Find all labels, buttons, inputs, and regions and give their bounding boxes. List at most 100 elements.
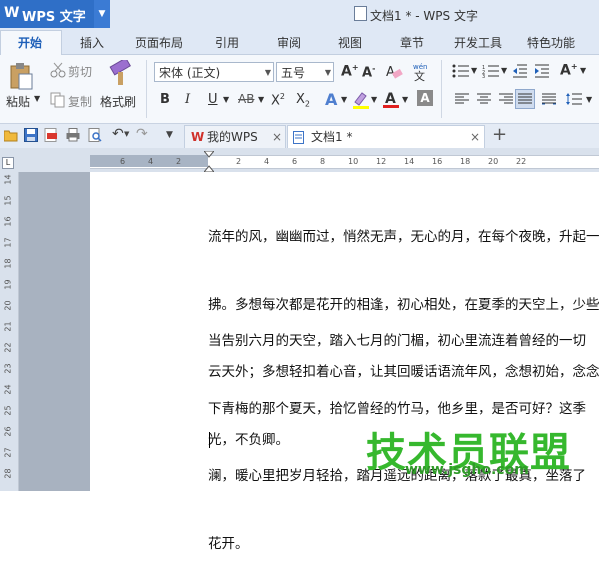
ruler-number: 17: [3, 237, 13, 248]
separator: [441, 60, 442, 118]
ruler-number: 23: [3, 363, 13, 374]
change-case-icon[interactable]: A+: [560, 62, 578, 79]
tab-page-layout[interactable]: 页面布局: [135, 34, 183, 51]
copy-icon[interactable]: [50, 92, 66, 108]
align-left-icon[interactable]: [455, 93, 469, 105]
phonetic-guide-icon[interactable]: wén 文: [411, 60, 435, 82]
font-color-icon[interactable]: A: [382, 89, 400, 109]
export-pdf-icon[interactable]: [44, 128, 58, 142]
open-folder-icon[interactable]: [4, 128, 18, 142]
ruler-number: 6: [292, 157, 298, 166]
ruler-number: 20: [488, 157, 499, 166]
shrink-font-icon[interactable]: A-: [362, 64, 375, 80]
ruler-number: 16: [432, 157, 443, 166]
tab-label: 文档1 *: [311, 130, 353, 144]
underline-icon[interactable]: U: [208, 92, 218, 107]
bold-icon[interactable]: B: [160, 92, 170, 107]
numbering-dropdown-icon[interactable]: ▼: [501, 66, 507, 75]
text-line: 流年的风，幽幽而过，悄然无声，无心的月，在每个夜晚，升起一: [208, 229, 599, 245]
paste-dropdown-icon[interactable]: ▼: [34, 94, 40, 103]
character-shading-icon[interactable]: A: [417, 90, 433, 106]
line-spacing-dropdown-icon[interactable]: ▼: [586, 95, 592, 104]
increase-indent-icon[interactable]: [534, 64, 550, 78]
numbered-list-icon[interactable]: 123: [482, 64, 500, 78]
tab-home[interactable]: 开始: [18, 34, 42, 51]
tab-my-wps[interactable]: W 我的WPS ×: [184, 125, 286, 150]
ruler-number: 18: [460, 157, 471, 166]
paste-icon[interactable]: [8, 62, 34, 90]
tab-stop-selector-icon[interactable]: L: [2, 157, 14, 169]
undo-dropdown-icon[interactable]: ▼: [124, 130, 129, 138]
undo-icon[interactable]: ↶: [112, 126, 124, 142]
wps-logo-icon: W: [4, 5, 20, 21]
tab-references[interactable]: 引用: [215, 34, 239, 51]
tab-review[interactable]: 审阅: [277, 34, 301, 51]
line-spacing-icon[interactable]: [565, 92, 583, 106]
bullet-dropdown-icon[interactable]: ▼: [471, 66, 477, 75]
text-effect-icon[interactable]: A: [325, 90, 337, 109]
subscript-icon[interactable]: X2: [296, 92, 310, 109]
ruler-number: 20: [3, 300, 13, 311]
ruler-number: 24: [3, 384, 13, 395]
first-line-indent-marker[interactable]: [204, 151, 214, 173]
save-icon[interactable]: [24, 128, 38, 142]
change-case-dropdown-icon[interactable]: ▼: [580, 66, 586, 75]
svg-text:文: 文: [414, 69, 425, 82]
ruler-number: 6: [120, 157, 126, 166]
highlight-dropdown-icon[interactable]: ▼: [371, 95, 377, 104]
ruler-number: 4: [148, 157, 154, 166]
font-size-value: 五号: [281, 66, 306, 80]
format-painter-button[interactable]: 格式刷: [100, 93, 136, 110]
cut-icon[interactable]: [50, 62, 66, 78]
highlight-icon[interactable]: [352, 89, 370, 109]
font-name-select[interactable]: 宋体 (正文) ▼: [154, 62, 274, 82]
clear-format-icon[interactable]: A: [385, 62, 403, 80]
bullet-list-icon[interactable]: [452, 64, 470, 78]
close-icon[interactable]: ×: [272, 126, 282, 149]
print-icon[interactable]: [66, 128, 80, 142]
decrease-indent-icon[interactable]: [512, 64, 528, 78]
justify-button[interactable]: [515, 89, 535, 109]
paste-button[interactable]: 粘贴: [6, 93, 30, 110]
tab-special-features[interactable]: 特色功能: [527, 34, 575, 51]
superscript-icon[interactable]: X2: [271, 92, 285, 108]
font-name-value: 宋体 (正文): [159, 66, 221, 80]
font-size-select[interactable]: 五号 ▼: [276, 62, 334, 82]
tab-view[interactable]: 视图: [338, 34, 362, 51]
ruler-number: 2: [176, 157, 182, 166]
chevron-down-icon: ▼: [324, 68, 331, 77]
tab-section[interactable]: 章节: [400, 34, 424, 51]
text-effect-dropdown-icon[interactable]: ▼: [341, 95, 347, 104]
ruler-number: 26: [3, 426, 13, 437]
ruler-number: 15: [3, 195, 13, 206]
format-painter-icon[interactable]: [107, 60, 133, 88]
cut-button[interactable]: 剪切: [68, 63, 92, 80]
font-color-dropdown-icon[interactable]: ▼: [402, 95, 408, 104]
document-icon: [354, 6, 367, 21]
tab-document1[interactable]: 文档1 * ×: [287, 125, 485, 149]
strikethrough-icon[interactable]: AB: [238, 92, 254, 106]
print-preview-icon[interactable]: [88, 128, 102, 142]
ruler-number: 2: [236, 157, 242, 166]
ruler-number: 16: [3, 216, 13, 227]
redo-icon[interactable]: ↷: [136, 126, 148, 142]
grow-font-icon[interactable]: A+: [341, 63, 359, 80]
customize-toolbar-icon[interactable]: ▼: [166, 130, 173, 140]
ruler-number: 8: [320, 157, 326, 166]
ruler-number: 22: [516, 157, 527, 166]
tab-developer[interactable]: 开发工具: [454, 34, 502, 51]
justify-icon: [518, 93, 532, 104]
tab-insert[interactable]: 插入: [80, 34, 104, 51]
italic-icon[interactable]: I: [185, 92, 190, 107]
underline-dropdown-icon[interactable]: ▼: [223, 95, 229, 104]
align-right-icon[interactable]: [499, 93, 513, 105]
strikethrough-dropdown-icon[interactable]: ▼: [258, 95, 264, 104]
close-icon[interactable]: ×: [470, 126, 480, 149]
app-menu-dropdown-icon[interactable]: ▼: [94, 0, 110, 28]
tab-label: 我的WPS: [207, 130, 258, 144]
copy-button[interactable]: 复制: [68, 93, 92, 110]
svg-text:A: A: [385, 91, 396, 107]
align-center-icon[interactable]: [477, 93, 491, 105]
distributed-align-icon[interactable]: [542, 93, 556, 105]
new-tab-icon[interactable]: +: [492, 124, 507, 145]
